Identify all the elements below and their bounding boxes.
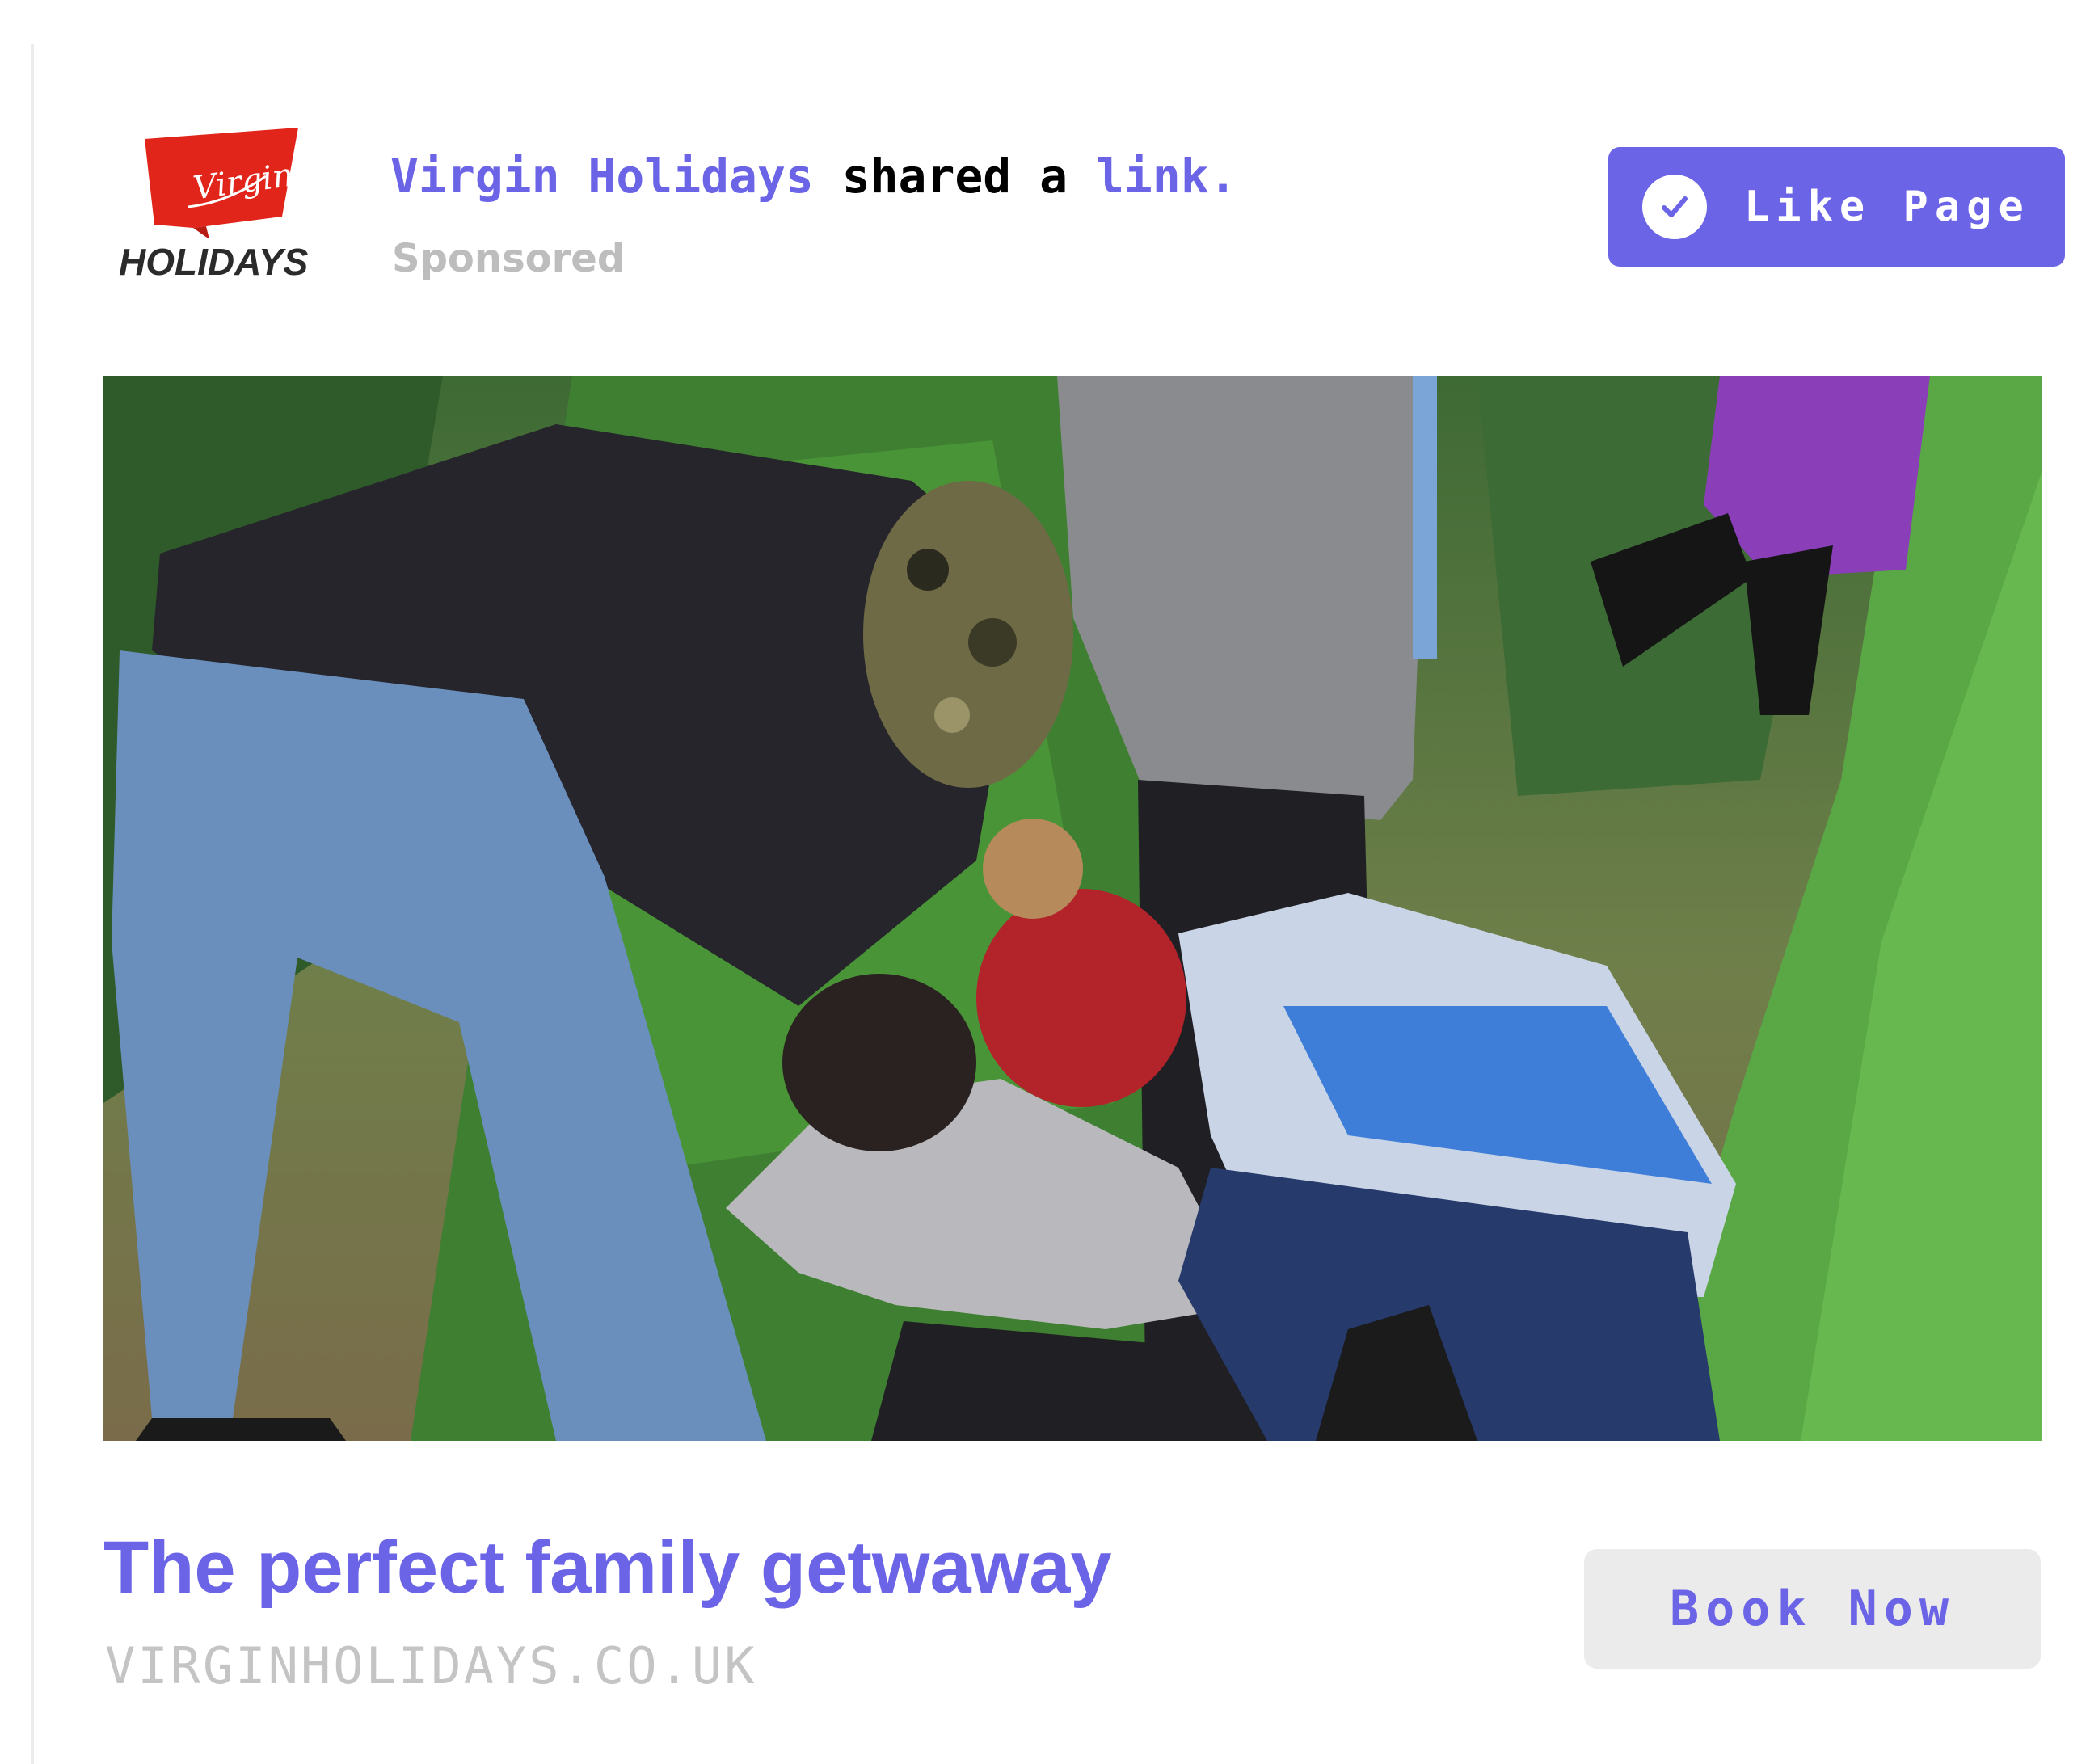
shared-link[interactable]: link.: [1096, 149, 1237, 204]
ad-domain: VIRGINHOLIDAYS.CO.UK: [105, 1636, 757, 1695]
virgin-holidays-logo-graphic: Virgin HOLIDAYS: [119, 128, 309, 283]
ad-photo[interactable]: [103, 376, 2042, 1441]
like-page-button[interactable]: Like Page: [1608, 147, 2065, 267]
page-name-link[interactable]: Virgin Holidays: [390, 149, 814, 204]
post-headline: Virgin Holidays shared a link.: [390, 149, 1237, 204]
sponsored-post-card: Virgin HOLIDAYS Virgin Holidays shared a…: [0, 0, 2090, 1764]
like-page-label: Like Page: [1744, 183, 2030, 231]
book-now-button[interactable]: Book Now: [1584, 1549, 2041, 1669]
card-left-border: [31, 44, 34, 1764]
family-tree-photo: [103, 376, 2042, 1441]
post-action-text: shared a: [813, 149, 1096, 204]
ad-title[interactable]: The perfect family getwaway: [103, 1526, 1112, 1610]
sponsored-label: Sponsored: [392, 236, 626, 281]
logo-word-text: HOLIDAYS: [119, 241, 309, 283]
virgin-holidays-logo[interactable]: Virgin HOLIDAYS: [116, 128, 326, 289]
check-circle-icon: [1642, 175, 1707, 239]
